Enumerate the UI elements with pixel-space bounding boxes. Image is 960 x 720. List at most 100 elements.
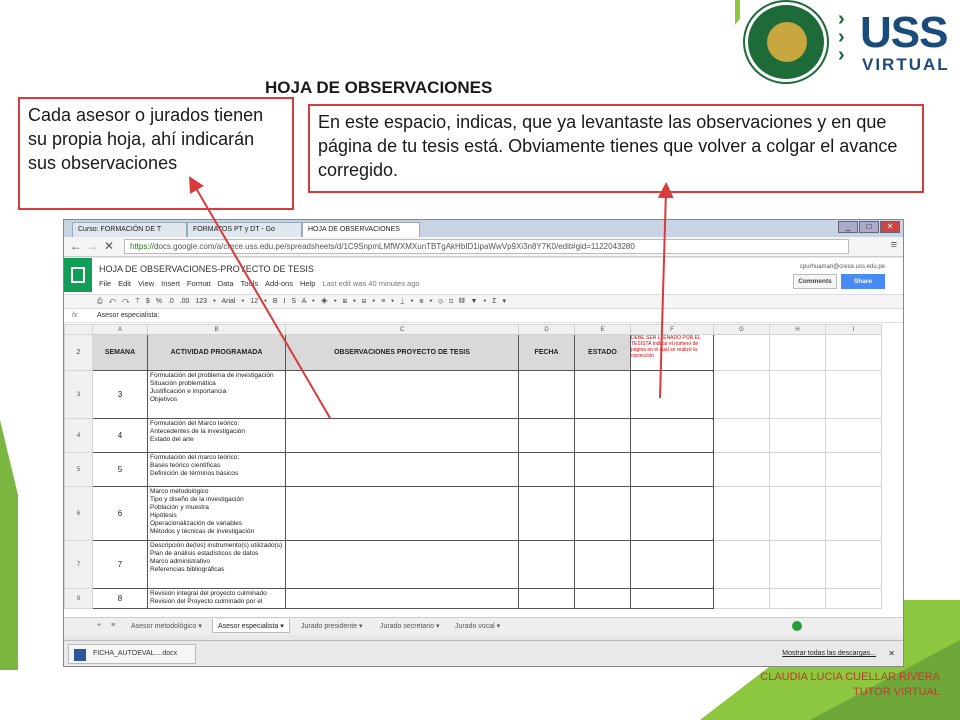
header-observaciones[interactable]: OBSERVACIONES PROYECTO DE TESIS: [285, 334, 519, 371]
actividad-cell[interactable]: Formulación del problema de investigació…: [147, 370, 286, 419]
observaciones-cell[interactable]: [285, 418, 519, 453]
close-icon[interactable]: ✕: [880, 221, 900, 233]
estado-cell[interactable]: [574, 486, 631, 541]
row-header[interactable]: 3: [64, 370, 93, 419]
download-item[interactable]: FICHA_AUTOEVAL....docx: [68, 644, 196, 664]
row-header[interactable]: 5: [64, 452, 93, 487]
empty-cell[interactable]: [713, 588, 770, 609]
actividad-cell[interactable]: Formulación del Marco teórico: Anteceden…: [147, 418, 286, 453]
tesista-cell[interactable]: [630, 370, 714, 419]
semana-cell[interactable]: 8: [92, 588, 148, 609]
menu-data[interactable]: Data: [218, 279, 234, 288]
tesista-cell[interactable]: [630, 486, 714, 541]
tesista-cell[interactable]: [630, 452, 714, 487]
all-sheets-icon[interactable]: ≡: [106, 619, 120, 633]
empty-cell[interactable]: [825, 588, 882, 609]
observaciones-cell[interactable]: [285, 588, 519, 609]
header-semana[interactable]: SEMANA: [92, 334, 148, 371]
tesista-cell[interactable]: [630, 418, 714, 453]
col-header-f[interactable]: F: [630, 324, 714, 335]
sheet-tab-jurado-vocal[interactable]: Jurado vocal ▾: [450, 619, 505, 633]
empty-cell[interactable]: [713, 370, 770, 419]
empty-cell[interactable]: [825, 370, 882, 419]
menu-file[interactable]: File: [99, 279, 111, 288]
col-header-d[interactable]: D: [518, 324, 575, 335]
empty-cell[interactable]: [825, 418, 882, 453]
row-header[interactable]: 4: [64, 418, 93, 453]
empty-cell[interactable]: [713, 418, 770, 453]
empty-cell[interactable]: [769, 334, 826, 371]
empty-cell[interactable]: [769, 418, 826, 453]
stop-icon[interactable]: ✕: [104, 239, 114, 253]
minimize-icon[interactable]: _: [838, 221, 858, 233]
menu-help[interactable]: Help: [300, 279, 315, 288]
empty-cell[interactable]: [713, 334, 770, 371]
browser-tab-1[interactable]: Curso: FORMACIÓN DE T: [72, 222, 187, 237]
sheets-logo-icon[interactable]: [64, 258, 92, 292]
row-header[interactable]: 7: [64, 540, 93, 589]
table-row[interactable]: 3 3 Formulación del problema de investigac…: [64, 370, 882, 419]
empty-cell[interactable]: [825, 452, 882, 487]
browser-menu-icon[interactable]: ≡: [891, 239, 897, 251]
menu-addons[interactable]: Add-ons: [265, 279, 293, 288]
observaciones-cell[interactable]: [285, 452, 519, 487]
estado-cell[interactable]: [574, 588, 631, 609]
spreadsheet-grid[interactable]: A B C D E F G H I 2 SEMANA ACTIVIDAD PRO…: [64, 324, 903, 630]
corner-cell[interactable]: [64, 324, 93, 335]
sheet-tab-jurado-secretario[interactable]: Jurado secretario ▾: [375, 619, 445, 633]
last-edit-status[interactable]: Last edit was 40 minutes ago: [322, 279, 419, 288]
col-header-b[interactable]: B: [147, 324, 286, 335]
table-row[interactable]: 7 7 Descripción de(los) instrumento(s) uti…: [64, 540, 882, 589]
browser-tab-3[interactable]: HOJA DE OBSERVACIONES: [302, 222, 420, 237]
fecha-cell[interactable]: [518, 486, 575, 541]
menu-insert[interactable]: Insert: [161, 279, 180, 288]
document-title[interactable]: HOJA DE OBSERVACIONES-PROYECTO DE TESIS: [99, 264, 314, 274]
actividad-cell[interactable]: Descripción de(los) instrumento(s) utili…: [147, 540, 286, 589]
empty-cell[interactable]: [713, 486, 770, 541]
empty-cell[interactable]: [769, 370, 826, 419]
empty-cell[interactable]: [825, 486, 882, 541]
url-input[interactable]: https://docs.google.com/a/crece.uss.edu.…: [124, 239, 849, 254]
comments-button[interactable]: Comments: [793, 274, 837, 289]
observaciones-cell[interactable]: [285, 540, 519, 589]
actividad-cell[interactable]: Revisión integral del proyecto culminado…: [147, 588, 286, 609]
empty-cell[interactable]: [825, 334, 882, 371]
empty-cell[interactable]: [769, 540, 826, 589]
forward-icon[interactable]: →: [86, 239, 98, 253]
browser-tab-2[interactable]: FORMATOS PT y DT - Go: [187, 222, 302, 237]
formatting-toolbar[interactable]: ⎙ ↶ ↷ ⊤ $ % .0 .00 123 ▾ Arial ▾ 12 ▾ B …: [64, 294, 903, 309]
fecha-cell[interactable]: [518, 588, 575, 609]
col-header-i[interactable]: I: [825, 324, 882, 335]
share-button[interactable]: Share: [841, 274, 885, 289]
menu-tools[interactable]: Tools: [241, 279, 259, 288]
header-actividad[interactable]: ACTIVIDAD PROGRAMADA: [147, 334, 286, 371]
row-header[interactable]: 6: [64, 486, 93, 541]
sheet-tab-asesor-metodologico[interactable]: Asesor metodológico ▾: [126, 619, 207, 633]
fecha-cell[interactable]: [518, 452, 575, 487]
estado-cell[interactable]: [574, 418, 631, 453]
observaciones-cell[interactable]: [285, 370, 519, 419]
semana-cell[interactable]: 4: [92, 418, 148, 453]
col-header-h[interactable]: H: [769, 324, 826, 335]
menu-format[interactable]: Format: [187, 279, 211, 288]
estado-cell[interactable]: [574, 540, 631, 589]
back-icon[interactable]: ←: [70, 239, 82, 253]
row-header[interactable]: 8: [64, 588, 93, 609]
empty-cell[interactable]: [769, 452, 826, 487]
fecha-cell[interactable]: [518, 540, 575, 589]
add-sheet-icon[interactable]: +: [92, 619, 106, 633]
close-download-bar-icon[interactable]: ✕: [888, 649, 895, 658]
empty-cell[interactable]: [769, 588, 826, 609]
table-row[interactable]: 6 6 Marco metodológico Tipo y diseño de la…: [64, 486, 882, 541]
sheet-tab-asesor-especialista[interactable]: Asesor especialista ▾: [212, 619, 290, 633]
col-header-g[interactable]: G: [713, 324, 770, 335]
table-row[interactable]: 8 8 Revisión integral del proyecto culmina…: [64, 588, 882, 609]
observaciones-cell[interactable]: [285, 486, 519, 541]
fecha-cell[interactable]: [518, 370, 575, 419]
fecha-cell[interactable]: [518, 418, 575, 453]
menu-edit[interactable]: Edit: [118, 279, 131, 288]
estado-cell[interactable]: [574, 452, 631, 487]
col-header-e[interactable]: E: [574, 324, 631, 335]
semana-cell[interactable]: 7: [92, 540, 148, 589]
estado-cell[interactable]: [574, 370, 631, 419]
